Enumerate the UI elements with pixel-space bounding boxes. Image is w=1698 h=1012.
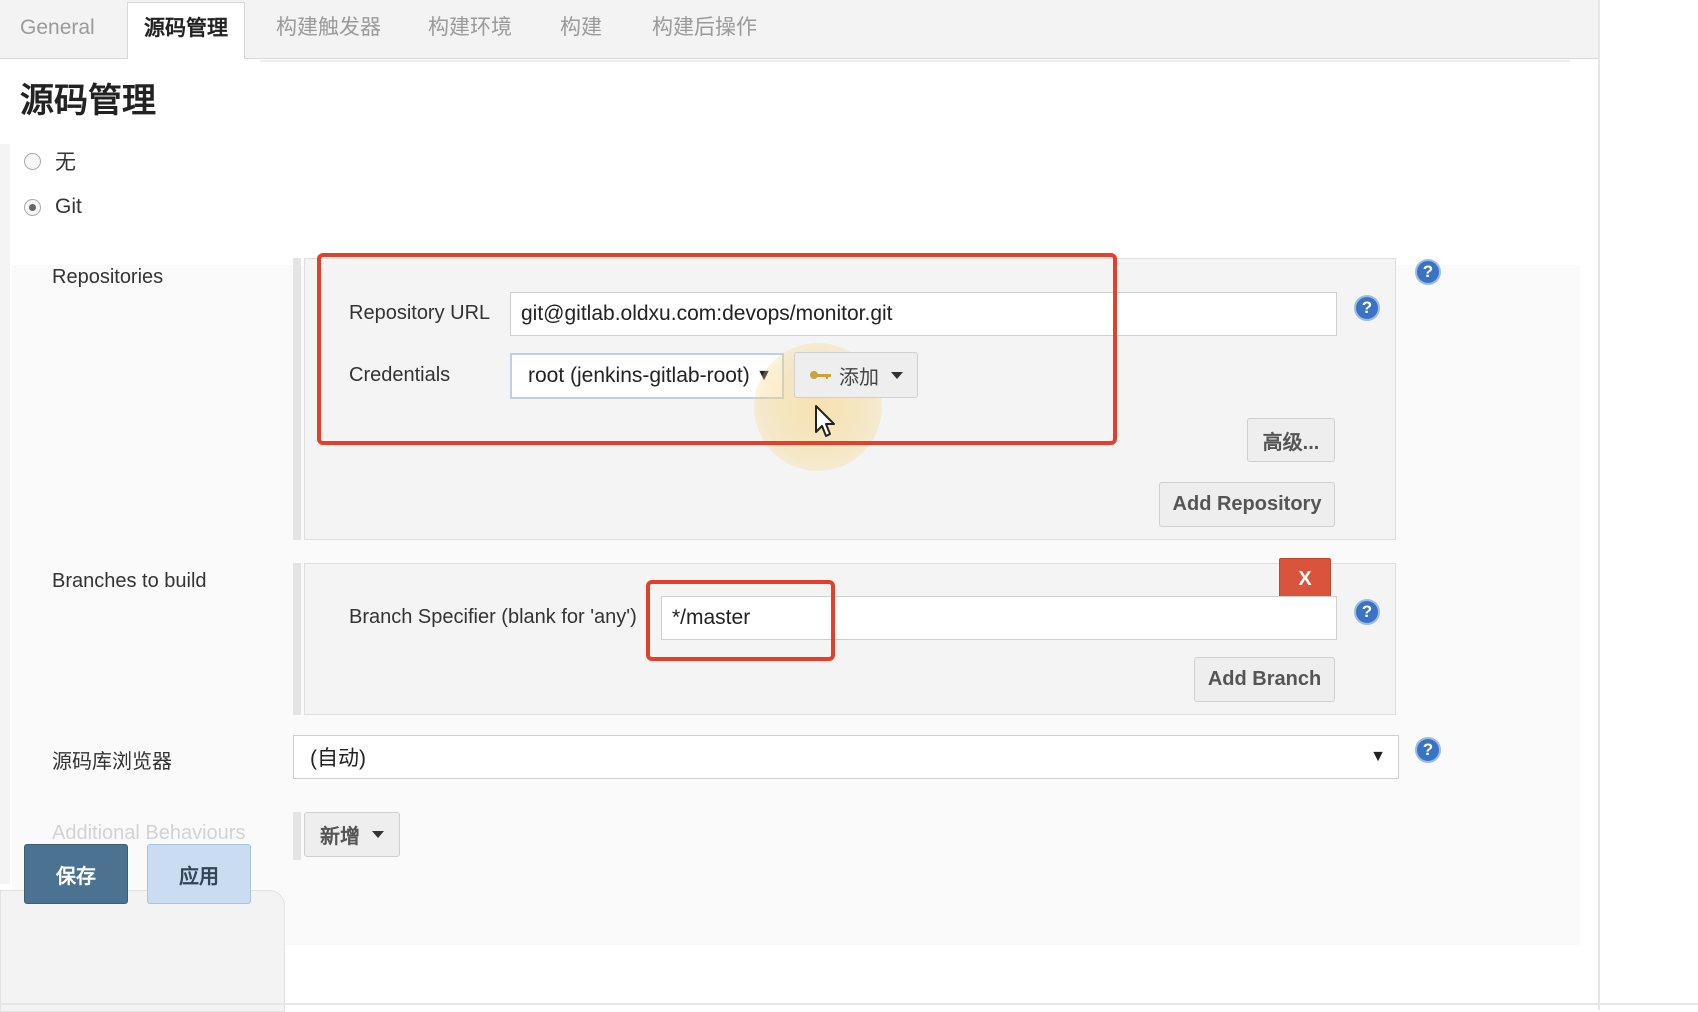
jenkins-config-page: General 源码管理 构建触发器 构建环境 构建 构建后操作 源码管理 无 … xyxy=(0,0,1600,1012)
annotation-highlight-branch xyxy=(646,580,835,661)
footer-bar xyxy=(0,890,285,1012)
branches-panel-bar xyxy=(293,563,301,715)
tab-build[interactable]: 构建 xyxy=(560,8,602,56)
dropdown-arrow-icon: ▼ xyxy=(1370,748,1386,765)
add-branch-button[interactable]: Add Branch xyxy=(1194,657,1335,702)
delete-branch-button[interactable]: X xyxy=(1279,558,1331,600)
additional-behaviours-label: Additional Behaviours xyxy=(52,822,246,844)
behaviours-panel-bar xyxy=(293,812,301,860)
tab-general[interactable]: General xyxy=(20,8,95,56)
tab-build-triggers[interactable]: 构建触发器 xyxy=(276,8,381,56)
right-gutter xyxy=(1600,0,1698,1010)
add-repository-button[interactable]: Add Repository xyxy=(1159,482,1335,527)
branch-specifier-help-icon[interactable]: ? xyxy=(1354,599,1380,625)
scm-option-git-label: Git xyxy=(55,195,82,218)
branch-specifier-label: Branch Specifier (blank for 'any') xyxy=(349,606,637,628)
page-edge-divider xyxy=(1598,0,1600,1010)
branches-label: Branches to build xyxy=(52,570,207,592)
repositories-label: Repositories xyxy=(52,266,164,288)
save-button[interactable]: 保存 xyxy=(24,844,128,904)
repository-url-help-icon[interactable]: ? xyxy=(1354,295,1380,321)
bottom-edge-divider xyxy=(0,1003,1698,1005)
scm-option-none[interactable]: 无 xyxy=(24,146,76,176)
tab-divider xyxy=(260,60,1570,62)
radio-git[interactable] xyxy=(24,198,41,216)
add-behaviour-button[interactable]: 新增 xyxy=(304,812,400,857)
repositories-panel-bar xyxy=(293,258,301,540)
scm-option-none-label: 无 xyxy=(55,151,76,174)
section-indicator xyxy=(0,144,10,884)
repositories-help-icon[interactable]: ? xyxy=(1415,259,1441,285)
tab-build-environment[interactable]: 构建环境 xyxy=(428,8,512,56)
repo-browser-label: 源码库浏览器 xyxy=(52,751,172,773)
repo-browser-help-icon[interactable]: ? xyxy=(1415,737,1441,763)
page-title: 源码管理 xyxy=(20,82,156,120)
caret-down-icon xyxy=(372,831,384,838)
advanced-button[interactable]: 高级... xyxy=(1247,418,1335,462)
tab-scm[interactable]: 源码管理 xyxy=(127,2,245,59)
add-behaviour-label: 新增 xyxy=(320,826,360,848)
apply-button[interactable]: 应用 xyxy=(147,844,251,904)
radio-none[interactable] xyxy=(24,152,41,170)
config-tabs: General 源码管理 构建触发器 构建环境 构建 构建后操作 xyxy=(0,0,1598,59)
scm-option-git[interactable]: Git xyxy=(24,195,82,219)
repo-browser-select[interactable]: (自动) ▼ xyxy=(293,735,1399,779)
annotation-highlight-repository xyxy=(317,253,1117,445)
repo-browser-value: (自动) xyxy=(310,747,366,770)
tab-post-build[interactable]: 构建后操作 xyxy=(652,8,757,56)
